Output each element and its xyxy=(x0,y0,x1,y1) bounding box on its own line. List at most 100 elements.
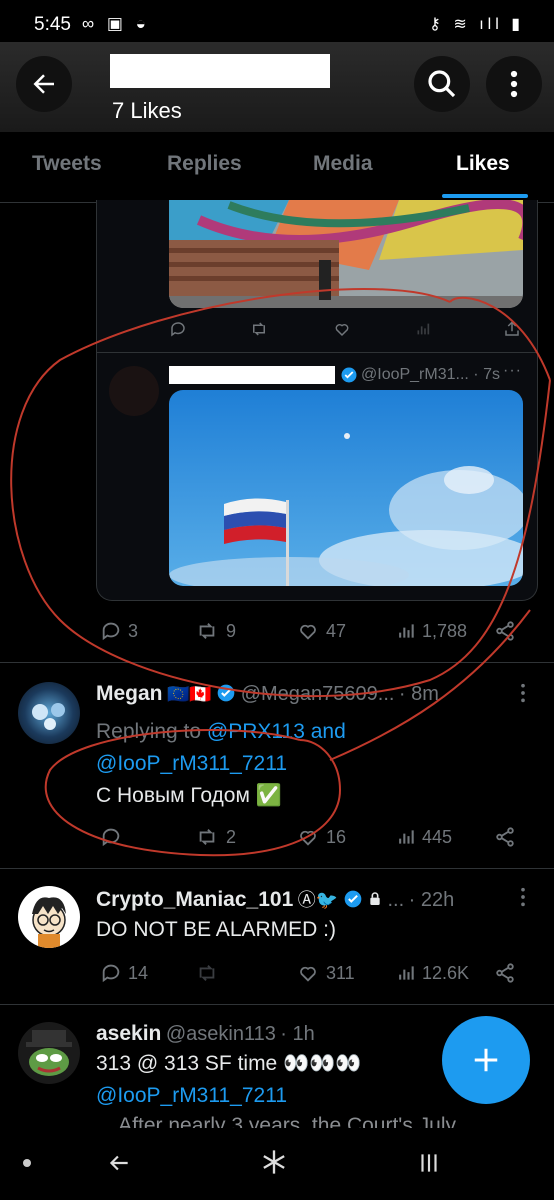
flag-sky-image-graphic xyxy=(169,390,523,586)
share-button[interactable] xyxy=(494,826,516,848)
profile-header: 7 Likes xyxy=(0,42,554,132)
views-icon xyxy=(399,966,414,980)
reply-icon[interactable] xyxy=(169,320,187,338)
views-icon[interactable] xyxy=(415,320,431,338)
views-button[interactable]: 445 xyxy=(396,826,452,848)
reply-count: 3 xyxy=(128,620,139,641)
megan-avatar-graphic xyxy=(32,703,65,730)
replying-to-prefix: Replying to xyxy=(96,720,207,743)
views-count: 445 xyxy=(422,826,453,847)
crypto-maniac-tweet-text: DO NOT BE ALARMED :) xyxy=(96,918,336,941)
retweet-button[interactable] xyxy=(194,962,226,984)
more-options-button[interactable] xyxy=(486,56,542,112)
lock-icon xyxy=(370,892,380,905)
asekin-tweet-text-line1: 313 @ 313 SF time 👀👀👀 xyxy=(96,1052,362,1075)
search-icon xyxy=(428,70,456,98)
like-icon xyxy=(300,624,316,640)
retweet-button[interactable]: 9 xyxy=(194,620,236,642)
quoted-tweet-card[interactable]: @IooP_rM31... · 7s ··· xyxy=(96,200,538,601)
crypto-maniac-avatar-graphic xyxy=(32,897,66,948)
views-count: 1,788 xyxy=(422,620,468,641)
share-icon xyxy=(496,827,514,847)
compose-tweet-button[interactable] xyxy=(442,1016,530,1104)
tab-media[interactable]: Media xyxy=(313,152,373,176)
retweet-icon[interactable] xyxy=(249,320,269,338)
megan-flags: 🇪🇺🇨🇦 xyxy=(166,684,212,704)
verified-badge-icon xyxy=(344,890,361,908)
share-icon xyxy=(496,621,514,641)
reply-icon xyxy=(102,622,120,641)
share-icon xyxy=(496,963,514,983)
share-button[interactable] xyxy=(494,962,516,984)
views-icon xyxy=(399,830,414,844)
like-button[interactable]: 16 xyxy=(296,826,346,848)
views-icon xyxy=(399,624,414,638)
megan-time: · 8m xyxy=(398,683,439,705)
asekin-tweet-mention[interactable]: @IooP_rM311_7211 xyxy=(96,1084,287,1108)
inner-tweet-more[interactable]: ··· xyxy=(503,362,522,380)
card-divider xyxy=(97,352,537,353)
more-vertical-icon xyxy=(510,70,518,98)
retweet-icon xyxy=(199,623,215,639)
asekin-avatar[interactable] xyxy=(18,1022,80,1084)
reply-button[interactable]: 14 xyxy=(100,962,148,984)
inner-tweet-handle-time: @IooP_rM31... · 7s xyxy=(361,366,500,383)
nav-home-icon[interactable] xyxy=(260,1148,288,1176)
status-time: 5:45 xyxy=(34,14,71,35)
like-icon[interactable] xyxy=(333,320,351,338)
redacted-inner-tweet-name xyxy=(169,366,335,384)
more-vertical-icon[interactable] xyxy=(518,886,528,908)
tweet-divider xyxy=(0,1004,554,1005)
megan-display-name[interactable]: Megan xyxy=(96,682,163,705)
asekin-display-name[interactable]: asekin xyxy=(96,1022,161,1045)
views-button[interactable]: 12.6K xyxy=(396,962,469,984)
verified-badge-icon xyxy=(217,684,235,702)
nav-back-icon[interactable] xyxy=(104,1150,134,1176)
profile-tabs: Tweets Replies Media Likes xyxy=(0,132,554,203)
tab-tweets[interactable]: Tweets xyxy=(32,152,102,176)
replying-to-mention-1[interactable]: @PRX113 and xyxy=(207,720,346,743)
tweet2-actions: 2 16 445 xyxy=(100,826,530,854)
replying-to-mention-2[interactable]: @IooP_rM311_7211 xyxy=(96,752,287,775)
likes-count-subtitle: 7 Likes xyxy=(112,98,182,123)
retweet-icon xyxy=(199,965,215,981)
more-vertical-icon[interactable] xyxy=(518,682,528,704)
reply-button[interactable] xyxy=(100,826,128,848)
crypto-maniac-display-name[interactable]: Crypto_Maniac_101 xyxy=(96,888,293,911)
plus-icon xyxy=(474,1048,498,1072)
like-button[interactable]: 47 xyxy=(296,620,346,642)
like-button[interactable]: 311 xyxy=(296,962,355,984)
share-icon[interactable] xyxy=(503,320,521,338)
like-count: 16 xyxy=(326,826,347,847)
upper-tweet-actions xyxy=(169,318,523,342)
reply-icon xyxy=(102,964,120,983)
tweet3-actions: 14 311 12.6K xyxy=(100,962,530,990)
like-icon xyxy=(300,830,316,846)
retweet-count: 9 xyxy=(226,620,237,641)
megan-handle: @Megan75609... xyxy=(240,683,395,705)
views-button[interactable]: 1,788 xyxy=(396,620,467,642)
tweet1-actions: 3 9 47 1,788 xyxy=(100,620,530,648)
flag-sky-image[interactable] xyxy=(169,390,523,586)
retweet-button[interactable]: 2 xyxy=(194,826,236,848)
reply-button[interactable]: 3 xyxy=(100,620,138,642)
crypto-maniac-avatar[interactable] xyxy=(18,886,80,948)
reply-icon xyxy=(102,828,120,847)
replying-to: Replying to @PRX113 and @IooP_rM311_7211 xyxy=(96,716,346,780)
tab-likes[interactable]: Likes xyxy=(456,152,510,176)
search-button[interactable] xyxy=(414,56,470,112)
graffiti-bench-image[interactable] xyxy=(169,200,523,308)
retweet-count: 2 xyxy=(226,826,237,847)
asekin-tweet-header: asekin @asekin113 · 1h xyxy=(96,1022,315,1046)
megan-avatar[interactable] xyxy=(18,682,80,744)
tab-replies[interactable]: Replies xyxy=(167,152,242,176)
megan-tweet-header: Megan 🇪🇺🇨🇦 @Megan75609... · 8m xyxy=(96,682,536,712)
nav-recents-icon[interactable] xyxy=(414,1150,444,1176)
share-button[interactable] xyxy=(494,620,516,642)
back-button[interactable] xyxy=(16,56,72,112)
megan-tweet-text: С Новым Годом ✅ xyxy=(96,784,282,807)
inner-tweet-avatar[interactable] xyxy=(109,366,159,416)
redacted-profile-name xyxy=(110,54,330,88)
like-count: 311 xyxy=(326,962,355,983)
verified-badge-icon xyxy=(341,367,357,383)
